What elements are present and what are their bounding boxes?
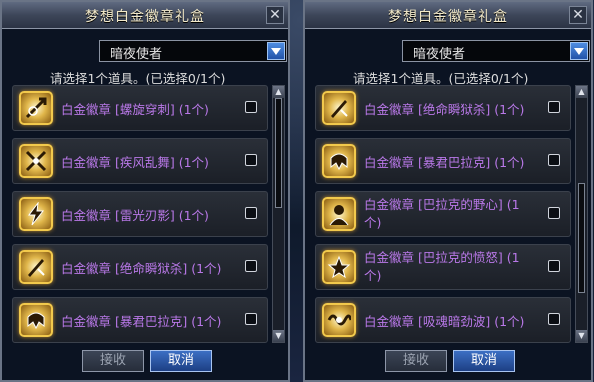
cancel-button[interactable]: 取消 xyxy=(150,350,212,372)
item-checkbox[interactable] xyxy=(548,101,560,113)
list-item[interactable]: 白金徽章 [巴拉克的愤怒] (1个) xyxy=(315,244,571,290)
list-item[interactable]: 白金徽章 [疾风乱舞] (1个) xyxy=(12,138,268,184)
item-checkbox[interactable] xyxy=(548,207,560,219)
warrior-ambition-icon xyxy=(322,197,356,231)
list-item[interactable]: 白金徽章 [暴君巴拉克] (1个) xyxy=(315,138,571,184)
tyrant-helm-icon xyxy=(322,144,356,178)
scroll-thumb[interactable] xyxy=(275,98,282,208)
lightning-icon xyxy=(19,197,53,231)
dagger-strike-icon xyxy=(19,250,53,284)
tyrant-helm-icon xyxy=(19,303,53,337)
close-button[interactable]: ✕ xyxy=(266,6,284,24)
dropdown-value: 暗夜使者 xyxy=(110,47,163,62)
chevron-down-icon[interactable] xyxy=(267,42,285,60)
accept-button[interactable]: 接收 xyxy=(385,350,447,372)
scroll-thumb[interactable] xyxy=(578,183,585,294)
dagger-strike-icon xyxy=(322,91,356,125)
item-list: 白金徽章 [螺旋穿刺] (1个) 白金徽章 [疾风乱舞] (1个) 白金徽章 [… xyxy=(12,85,270,343)
item-checkbox[interactable] xyxy=(548,154,560,166)
dropdown-value: 暗夜使者 xyxy=(413,47,466,62)
item-checkbox[interactable] xyxy=(245,313,257,325)
dialog-title: 梦想白金徽章礼盒 xyxy=(388,9,508,25)
soul-wave-icon xyxy=(322,303,356,337)
scroll-down-arrow-icon[interactable]: ▼ xyxy=(273,330,284,342)
item-checkbox[interactable] xyxy=(245,154,257,166)
item-label: 白金徽章 [雷光刃影] (1个) xyxy=(61,208,209,223)
accept-button[interactable]: 接收 xyxy=(82,350,144,372)
item-label: 白金徽章 [暴君巴拉克] (1个) xyxy=(364,155,525,170)
class-dropdown[interactable]: 暗夜使者 xyxy=(99,40,287,62)
chevron-down-icon[interactable] xyxy=(570,42,588,60)
warrior-rage-icon xyxy=(322,250,356,284)
item-checkbox[interactable] xyxy=(548,260,560,272)
close-button[interactable]: ✕ xyxy=(569,6,587,24)
list-item[interactable]: 白金徽章 [吸魂暗劲波] (1个) xyxy=(315,297,571,343)
item-checkbox[interactable] xyxy=(245,101,257,113)
list-item[interactable]: 白金徽章 [巴拉克的野心] (1个) xyxy=(315,191,571,237)
scroll-down-arrow-icon[interactable]: ▼ xyxy=(576,330,587,342)
title-bar[interactable]: 梦想白金徽章礼盒 ✕ xyxy=(2,2,288,29)
class-dropdown[interactable]: 暗夜使者 xyxy=(402,40,590,62)
scroll-up-arrow-icon[interactable]: ▲ xyxy=(273,86,284,98)
list-item[interactable]: 白金徽章 [螺旋穿刺] (1个) xyxy=(12,85,268,131)
item-label: 白金徽章 [螺旋穿刺] (1个) xyxy=(61,102,209,117)
scrollbar[interactable]: ▲ ▼ xyxy=(575,85,588,343)
spear-spiral-icon xyxy=(19,91,53,125)
scroll-up-arrow-icon[interactable]: ▲ xyxy=(576,86,587,98)
item-label: 白金徽章 [绝命瞬狱杀] (1个) xyxy=(61,261,222,276)
list-item[interactable]: 白金徽章 [绝命瞬狱杀] (1个) xyxy=(315,85,571,131)
item-label: 白金徽章 [绝命瞬狱杀] (1个) xyxy=(364,102,525,117)
gift-box-dialog-right: 梦想白金徽章礼盒 ✕ 暗夜使者 请选择1个道具。(已选择0/1个) 白金徽章 [… xyxy=(303,0,593,382)
item-checkbox[interactable] xyxy=(548,313,560,325)
item-label: 白金徽章 [吸魂暗劲波] (1个) xyxy=(364,314,525,329)
item-label: 白金徽章 [暴君巴拉克] (1个) xyxy=(61,314,222,329)
list-item[interactable]: 白金徽章 [绝命瞬狱杀] (1个) xyxy=(12,244,268,290)
item-list: 白金徽章 [绝命瞬狱杀] (1个) 白金徽章 [暴君巴拉克] (1个) 白金徽章… xyxy=(315,85,573,343)
list-item[interactable]: 白金徽章 [雷光刃影] (1个) xyxy=(12,191,268,237)
scrollbar[interactable]: ▲ ▼ xyxy=(272,85,285,343)
item-label: 白金徽章 [巴拉克的愤怒] (1个) xyxy=(364,250,520,283)
gift-box-dialog-left: 梦想白金徽章礼盒 ✕ 暗夜使者 请选择1个道具。(已选择0/1个) 白金徽章 [… xyxy=(0,0,290,382)
list-item[interactable]: 白金徽章 [暴君巴拉克] (1个) xyxy=(12,297,268,343)
item-label: 白金徽章 [疾风乱舞] (1个) xyxy=(61,155,209,170)
item-label: 白金徽章 [巴拉克的野心] (1个) xyxy=(364,197,520,230)
cancel-button[interactable]: 取消 xyxy=(453,350,515,372)
item-checkbox[interactable] xyxy=(245,207,257,219)
dialog-title: 梦想白金徽章礼盒 xyxy=(85,9,205,25)
item-checkbox[interactable] xyxy=(245,260,257,272)
crossed-blades-icon xyxy=(19,144,53,178)
title-bar[interactable]: 梦想白金徽章礼盒 ✕ xyxy=(305,2,591,29)
